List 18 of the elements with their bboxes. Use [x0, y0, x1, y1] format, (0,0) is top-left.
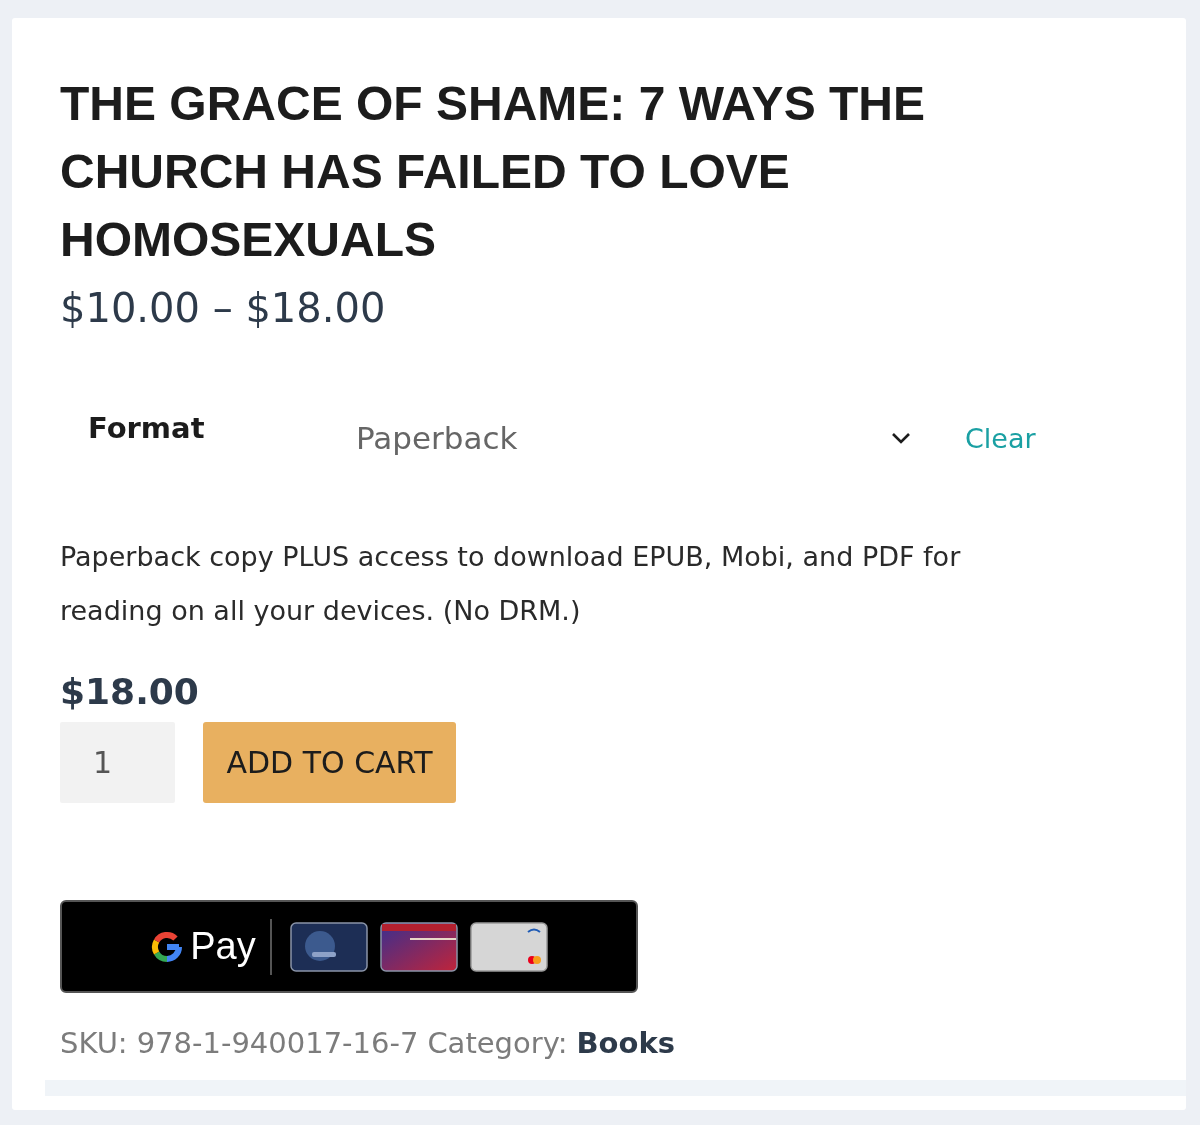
product-title: THE GRACE OF SHAME: 7 WAYS THE CHURCH HAS FAILED TO LOVE HOMOSEXUALS	[60, 76, 926, 268]
format-dropdown[interactable]: Paperback	[356, 420, 856, 456]
category-link[interactable]: Books	[576, 1023, 675, 1063]
credit-card-icon	[469, 921, 548, 972]
variation-price: $18.00	[60, 670, 200, 714]
google-pay-button[interactable]: Pay	[60, 900, 638, 993]
quantity-field[interactable]: 1	[60, 722, 175, 803]
chevron-down-icon	[891, 432, 911, 444]
sku-value: 978-1-940017-16-7	[136, 1025, 419, 1062]
google-g-icon	[150, 929, 185, 964]
category-label: Category:	[427, 1025, 568, 1062]
credit-card-icon	[379, 921, 458, 972]
format-label: Format	[87, 411, 206, 445]
credit-card-icon	[289, 921, 368, 972]
variation-description: Paperback copy PLUS access to download EPUB, Mobi, and PDF for reading on all your devices. (No DRM.)	[60, 540, 962, 628]
add-to-cart-button[interactable]: ADD TO CART	[203, 722, 456, 803]
sku-label: SKU:	[60, 1025, 128, 1062]
price-range: $10.00 – $18.00	[60, 284, 387, 333]
